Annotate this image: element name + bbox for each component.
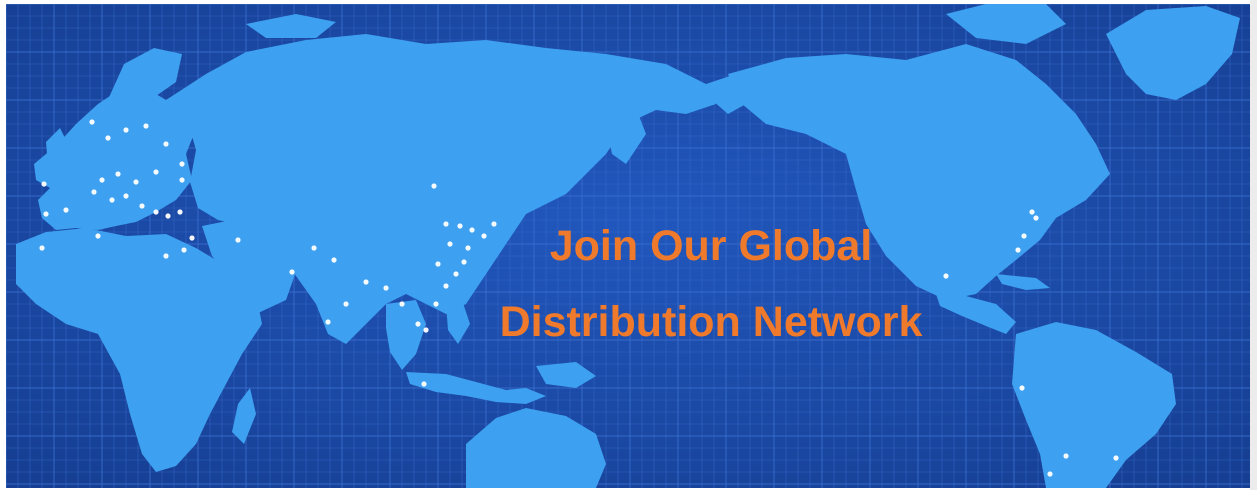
city-light-dot	[179, 161, 185, 167]
city-light-dot	[179, 177, 185, 183]
city-light-dot	[1047, 471, 1053, 477]
world-map-banner: Join Our Global Distribution Network	[6, 4, 1250, 488]
city-light-dot	[421, 381, 427, 387]
city-light-dot	[123, 127, 129, 133]
city-light-dot	[1113, 455, 1119, 461]
city-light-dot	[1019, 385, 1025, 391]
city-light-dot	[133, 179, 139, 185]
city-light-dot	[1063, 453, 1069, 459]
city-light-dot	[177, 209, 183, 215]
city-light-dot	[41, 181, 47, 187]
city-light-dot	[139, 203, 145, 209]
city-light-dot	[383, 285, 389, 291]
city-light-dot	[143, 123, 149, 129]
city-light-dot	[91, 189, 97, 195]
city-light-dot	[109, 197, 115, 203]
city-light-dot	[165, 213, 171, 219]
city-light-dot	[153, 169, 159, 175]
city-light-dot	[1029, 209, 1035, 215]
city-light-dot	[363, 279, 369, 285]
city-light-dot	[943, 273, 949, 279]
city-light-dot	[431, 183, 437, 189]
city-light-dot	[63, 207, 69, 213]
headline-line-1: Join Our Global	[549, 222, 873, 270]
city-light-dot	[99, 177, 105, 183]
city-light-dot	[153, 209, 159, 215]
city-light-dot	[453, 271, 459, 277]
city-light-dot	[89, 119, 95, 125]
city-light-dot	[123, 193, 129, 199]
city-light-dot	[43, 211, 49, 217]
city-light-dot	[1033, 215, 1039, 221]
city-light-dot	[163, 141, 169, 147]
headline-line-2: Distribution Network	[499, 298, 923, 346]
city-light-dot	[115, 171, 121, 177]
city-light-dot	[105, 135, 111, 141]
city-light-dot	[443, 283, 449, 289]
page-edge	[1250, 0, 1257, 490]
